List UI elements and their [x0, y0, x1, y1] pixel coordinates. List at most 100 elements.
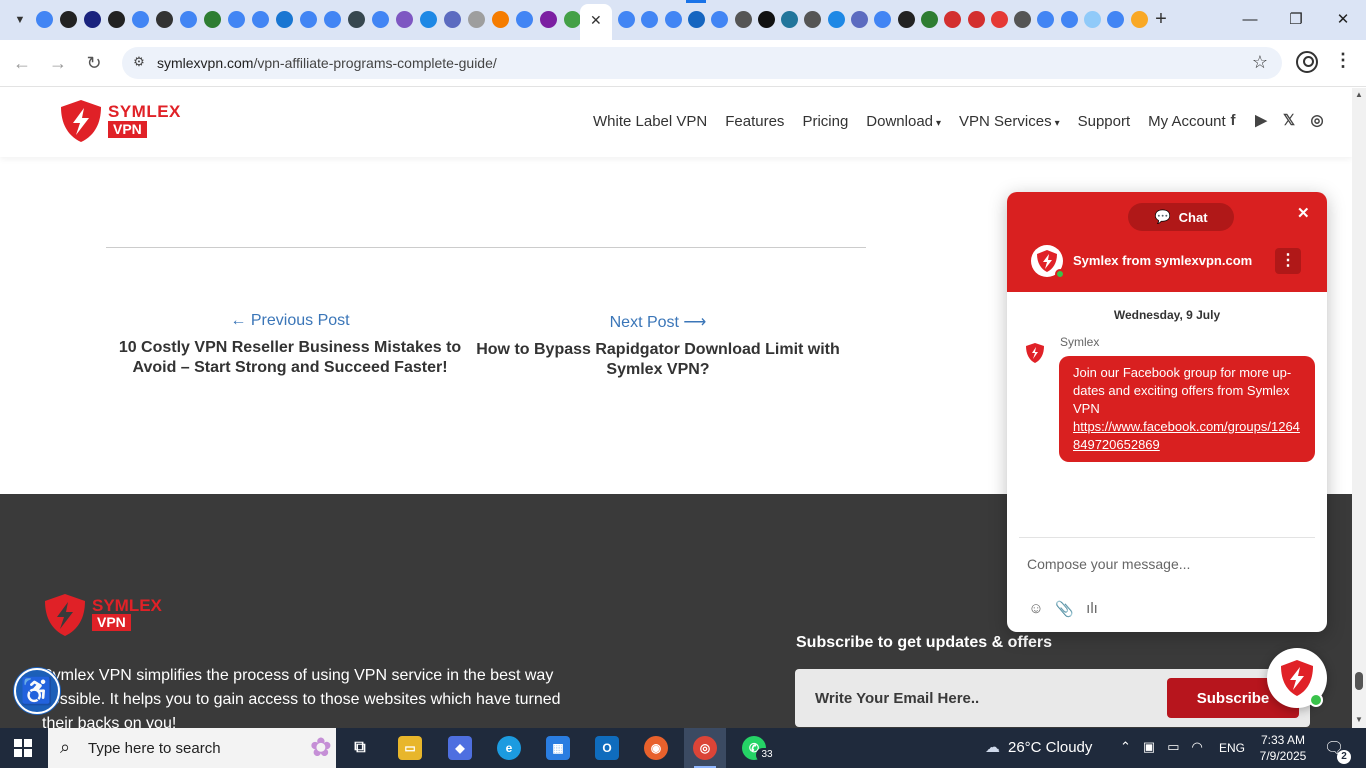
tab-favicon[interactable] — [1084, 11, 1101, 28]
next-post-label[interactable]: Next Post ⟶ — [468, 312, 848, 332]
battery-icon[interactable]: ▭ — [1167, 739, 1179, 755]
nav-support[interactable]: Support — [1078, 113, 1131, 130]
bookmark-star-icon[interactable]: ☆ — [1252, 52, 1268, 73]
input-language[interactable]: ENG — [1219, 741, 1245, 755]
tab-favicon[interactable] — [108, 11, 125, 28]
tab-favicon[interactable] — [781, 11, 799, 28]
firefox-icon[interactable]: ◉ — [644, 736, 668, 760]
tab-favicon[interactable] — [967, 11, 985, 28]
copilot-icon[interactable]: ◆ — [448, 736, 472, 760]
tab-favicon[interactable] — [228, 11, 245, 28]
tab-favicon[interactable] — [711, 11, 729, 28]
tab-favicon[interactable] — [897, 11, 915, 28]
tab-favicon[interactable] — [874, 11, 892, 28]
network-icon[interactable]: ◠ — [1192, 739, 1203, 755]
tab-favicon[interactable] — [300, 11, 317, 28]
tab-favicon[interactable] — [132, 11, 149, 28]
chrome-icon[interactable]: ◎ — [693, 736, 717, 760]
nav-features[interactable]: Features — [725, 113, 784, 130]
tab-favicon[interactable] — [468, 11, 485, 28]
tab-favicon[interactable] — [84, 11, 101, 28]
back-button[interactable]: ← — [11, 52, 33, 74]
browser-menu-icon[interactable]: ⋮ — [1334, 50, 1352, 71]
taskbar-search-text[interactable]: Type here to search — [88, 740, 221, 757]
tab-favicon[interactable] — [920, 11, 938, 28]
weather-widget[interactable]: ☁ 26°C Cloudy — [985, 738, 1092, 756]
reload-button[interactable]: ↻ — [83, 52, 105, 74]
close-window-button[interactable]: ✕ — [1331, 8, 1355, 32]
tab-favicon[interactable] — [1014, 11, 1032, 28]
tab-favicon[interactable] — [1060, 11, 1078, 28]
nav-download[interactable]: Download ▾ — [866, 113, 941, 130]
close-tab-icon[interactable]: ✕ — [590, 12, 602, 29]
nav-pricing[interactable]: Pricing — [802, 113, 848, 130]
tab-favicon[interactable] — [444, 11, 461, 28]
x-icon[interactable]: 𝕏 — [1280, 112, 1298, 130]
restore-button[interactable]: ❐ — [1284, 8, 1308, 32]
tab-favicon[interactable] — [664, 11, 682, 28]
file-explorer-icon[interactable]: ▭ — [398, 736, 422, 760]
instagram-icon[interactable]: ◎ — [1308, 112, 1326, 130]
attachment-icon[interactable]: 📎 — [1055, 600, 1074, 618]
scroll-down-icon[interactable]: ▼ — [1355, 715, 1363, 724]
minimize-button[interactable]: — — [1238, 8, 1262, 32]
youtube-icon[interactable]: ▶ — [1252, 112, 1270, 130]
tab-favicon[interactable] — [540, 11, 557, 28]
facebook-icon[interactable]: f — [1224, 112, 1242, 130]
nav-my-account[interactable]: My Account — [1148, 113, 1226, 130]
outlook-icon[interactable]: O — [595, 736, 619, 760]
tab-favicon[interactable] — [516, 11, 533, 28]
accessibility-icon[interactable]: ♿ — [14, 668, 60, 714]
tab-favicon[interactable] — [396, 11, 413, 28]
previous-post-label[interactable]: ← Previous Post — [100, 312, 480, 330]
url-text[interactable]: symlexvpn.com/vpn-affiliate-programs-com… — [157, 55, 497, 71]
tab-favicon[interactable] — [492, 11, 509, 28]
scroll-up-icon[interactable]: ▲ — [1355, 90, 1363, 99]
next-post-link[interactable]: Next Post ⟶ How to Bypass Rapidgator Dow… — [468, 312, 848, 380]
tab-favicon[interactable] — [180, 11, 197, 28]
address-bar[interactable]: ⚙ symlexvpn.com/vpn-affiliate-programs-c… — [122, 47, 1282, 79]
edge-icon[interactable]: e — [497, 736, 521, 760]
store-icon[interactable]: ▦ — [546, 736, 570, 760]
tab-favicon[interactable] — [1037, 11, 1055, 28]
site-logo[interactable]: SYMLEX VPN — [58, 98, 180, 146]
tab-favicon[interactable] — [641, 11, 659, 28]
scrollbar-thumb[interactable] — [1355, 672, 1363, 690]
tab-favicon[interactable] — [851, 11, 868, 28]
tab-favicon[interactable] — [60, 11, 77, 28]
tab-favicon[interactable] — [156, 11, 173, 28]
tab-favicon[interactable] — [420, 11, 437, 28]
chat-message-link[interactable]: https://www.facebook.com/groups/12648497… — [1073, 418, 1301, 454]
nav-white-label-vpn[interactable]: White Label VPN — [593, 113, 707, 130]
page-scrollbar[interactable]: ▲ ▼ — [1352, 88, 1366, 728]
voice-message-icon[interactable]: ılı — [1083, 600, 1101, 618]
tab-favicon[interactable] — [204, 11, 221, 28]
tab-favicon[interactable] — [1107, 11, 1125, 28]
tab-favicon[interactable] — [324, 11, 341, 28]
windows-start-icon[interactable] — [14, 739, 32, 757]
chat-options-icon[interactable]: ⋮ — [1275, 248, 1301, 274]
tab-favicon[interactable] — [1130, 11, 1148, 28]
tab-favicon[interactable] — [804, 11, 822, 28]
new-tab-button[interactable]: + — [1150, 8, 1172, 30]
forward-button[interactable]: → — [47, 52, 69, 74]
site-info-icon[interactable]: ⚙ — [130, 54, 148, 72]
previous-post-link[interactable]: ← Previous Post 10 Costly VPN Reseller B… — [100, 312, 480, 378]
tab-favicon[interactable] — [618, 11, 635, 28]
show-hidden-icons-icon[interactable]: ⌃ — [1120, 739, 1131, 755]
chat-launcher-button[interactable] — [1267, 648, 1327, 708]
taskbar-clock[interactable]: 7:33 AM 7/9/2025 — [1258, 732, 1308, 764]
tab-favicon[interactable] — [990, 11, 1008, 28]
tab-search-chevron-icon[interactable]: ▼ — [8, 8, 32, 32]
nav-vpn-services[interactable]: VPN Services ▾ — [959, 113, 1060, 130]
tab-favicon[interactable] — [687, 11, 705, 28]
compose-message-input[interactable] — [1027, 552, 1307, 576]
active-tab[interactable]: ✕ — [580, 4, 612, 40]
footer-logo[interactable]: SYMLEX VPN — [42, 592, 162, 640]
tab-favicon[interactable] — [252, 11, 269, 28]
profile-icon[interactable] — [1296, 51, 1318, 73]
tab-favicon[interactable] — [276, 11, 293, 28]
tab-favicon[interactable] — [757, 11, 775, 28]
tab-favicon[interactable] — [944, 11, 962, 28]
tab-favicon[interactable] — [827, 11, 845, 28]
